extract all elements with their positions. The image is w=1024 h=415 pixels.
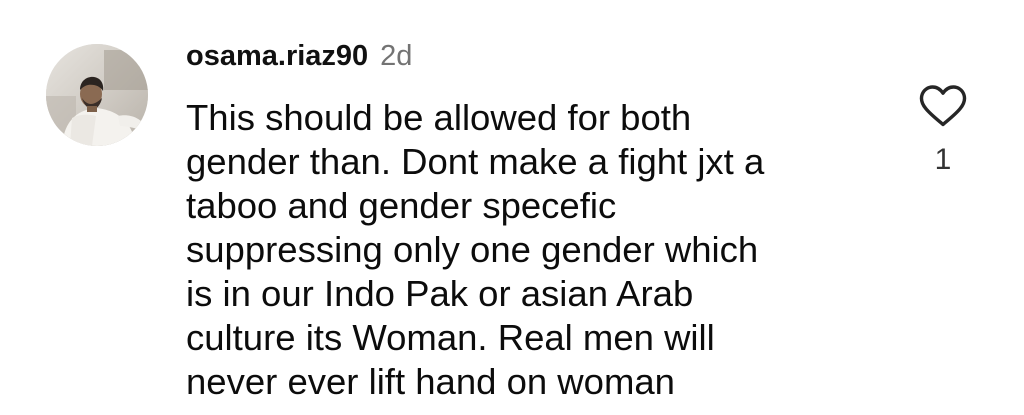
comment-text: This should be allowed for both gender t… xyxy=(186,96,886,404)
comment-item: osama.riaz90 2d This should be allowed f… xyxy=(0,0,1024,415)
avatar[interactable] xyxy=(46,44,148,146)
comment-text-line: taboo and gender specefic xyxy=(186,185,617,226)
comment-text-line: This should be allowed for both xyxy=(186,97,692,138)
like-count[interactable]: 1 xyxy=(918,142,968,178)
comment-text-line: suppressing only one gender which xyxy=(186,229,759,270)
comment-header: osama.riaz90 2d xyxy=(186,40,412,80)
username-link[interactable]: osama.riaz90 xyxy=(186,40,368,73)
comment-timestamp: 2d xyxy=(380,40,413,72)
comment-text-line: is in our Indo Pak or asian Arab xyxy=(186,273,694,314)
comment-text-line: never ever lift hand on woman xyxy=(186,361,675,402)
heart-outline-icon xyxy=(919,85,967,127)
like-button[interactable] xyxy=(918,82,968,128)
comment-text-line: culture its Woman. Real men will xyxy=(186,317,715,358)
comment-text-line: gender than. Dont make a fight jxt a xyxy=(186,141,765,182)
avatar-photo xyxy=(46,44,148,146)
